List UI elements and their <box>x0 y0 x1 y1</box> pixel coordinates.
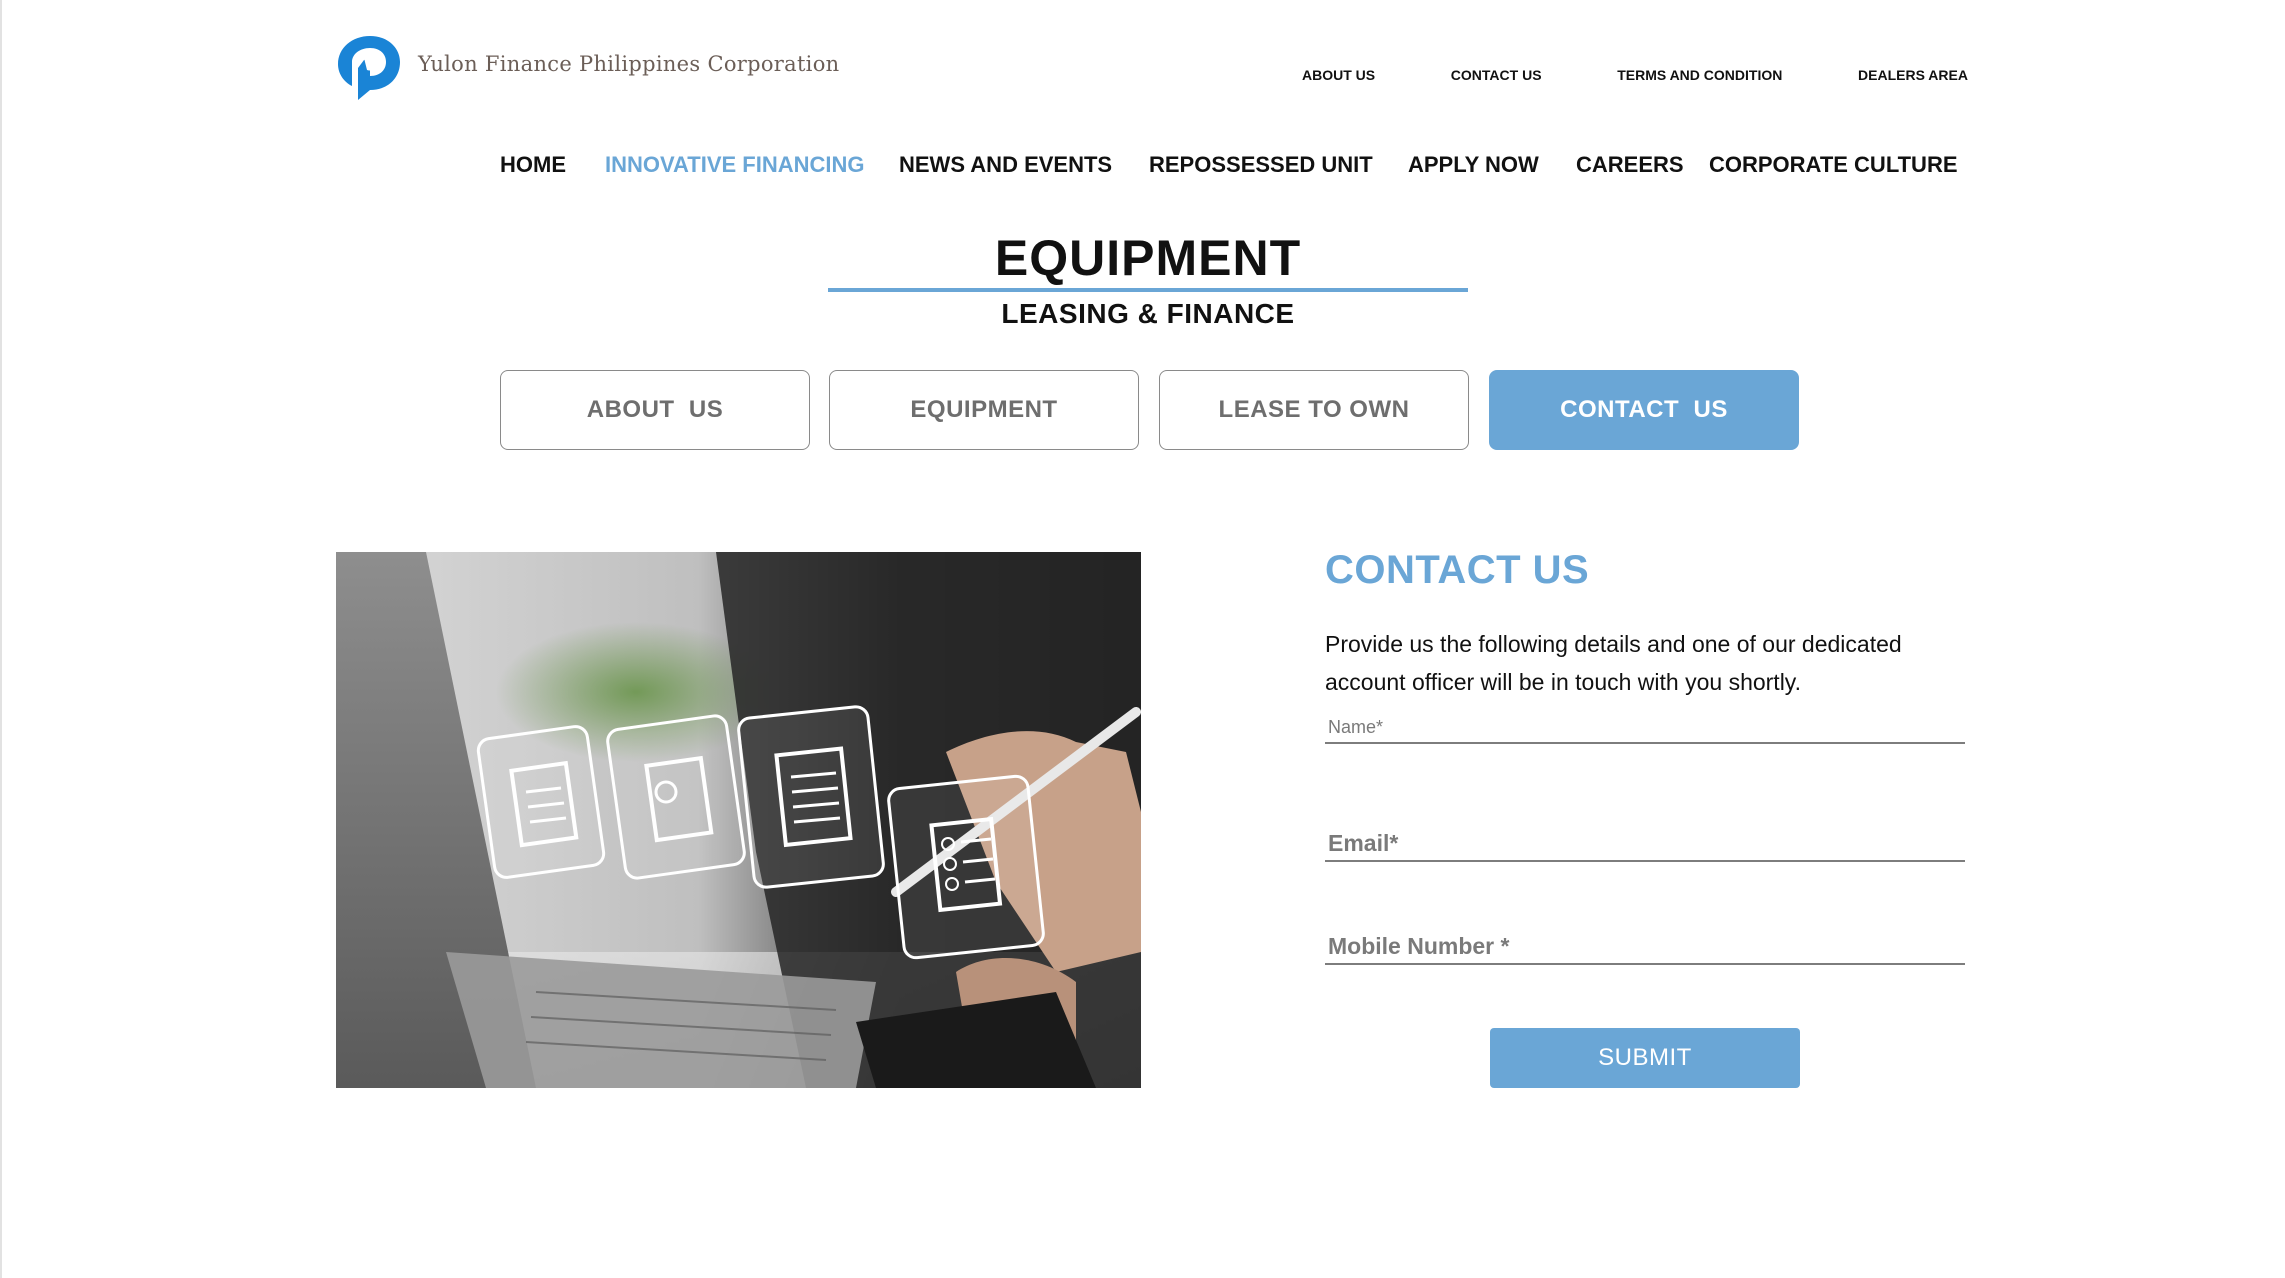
util-nav-dealers-area[interactable]: DEALERS AREA <box>1858 67 1968 83</box>
mobile-field-wrapper <box>1325 929 1965 965</box>
photo-illustration <box>336 552 1141 1088</box>
nav-careers[interactable]: CAREERS <box>1576 152 1684 178</box>
page-title: EQUIPMENT <box>994 230 1302 286</box>
nav-repossessed-unit[interactable]: REPOSSESSED UNIT <box>1149 152 1373 178</box>
mobile-number-input[interactable] <box>1325 929 1965 963</box>
nav-innovative-financing[interactable]: INNOVATIVE FINANCING <box>605 152 865 178</box>
laptop-documents-photo <box>336 552 1141 1088</box>
util-nav-terms[interactable]: TERMS AND CONDITION <box>1617 67 1782 83</box>
brand-name: Yulon Finance Philippines Corporation <box>418 52 840 76</box>
brand-logo[interactable]: Yulon Finance Philippines Corporation <box>334 32 839 104</box>
tab-equipment[interactable]: EQUIPMENT <box>829 370 1139 450</box>
nav-corporate-culture[interactable]: CORPORATE CULTURE <box>1709 152 1958 178</box>
nav-home[interactable]: HOME <box>500 152 566 178</box>
main-nav: HOME INNOVATIVE FINANCING NEWS AND EVENT… <box>2 152 2285 182</box>
name-field-wrapper <box>1325 712 1965 744</box>
page-subtitle: LEASING & FINANCE <box>1001 298 1295 329</box>
contact-description: Provide us the following details and one… <box>1325 631 1902 695</box>
email-field-wrapper <box>1325 826 1965 862</box>
name-input[interactable] <box>1325 712 1965 742</box>
tab-about-us[interactable]: ABOUT US <box>500 370 810 450</box>
util-nav-about-us[interactable]: ABOUT US <box>1302 67 1375 83</box>
title-divider <box>828 288 1468 292</box>
submit-button[interactable]: SUBMIT <box>1490 1028 1800 1088</box>
yulon-logo-icon <box>338 36 400 100</box>
contact-heading: CONTACT US <box>1325 548 1590 592</box>
nav-apply-now[interactable]: APPLY NOW <box>1408 152 1539 178</box>
nav-news-and-events[interactable]: NEWS AND EVENTS <box>899 152 1112 178</box>
utility-nav: ABOUT US CONTACT US TERMS AND CONDITION … <box>1302 67 1968 83</box>
email-input[interactable] <box>1325 826 1965 860</box>
page: Yulon Finance Philippines Corporation AB… <box>0 0 2285 1278</box>
util-nav-contact-us[interactable]: CONTACT US <box>1451 67 1542 83</box>
tab-lease-to-own[interactable]: LEASE TO OWN <box>1159 370 1469 450</box>
tab-contact-us[interactable]: CONTACT US <box>1489 370 1799 450</box>
